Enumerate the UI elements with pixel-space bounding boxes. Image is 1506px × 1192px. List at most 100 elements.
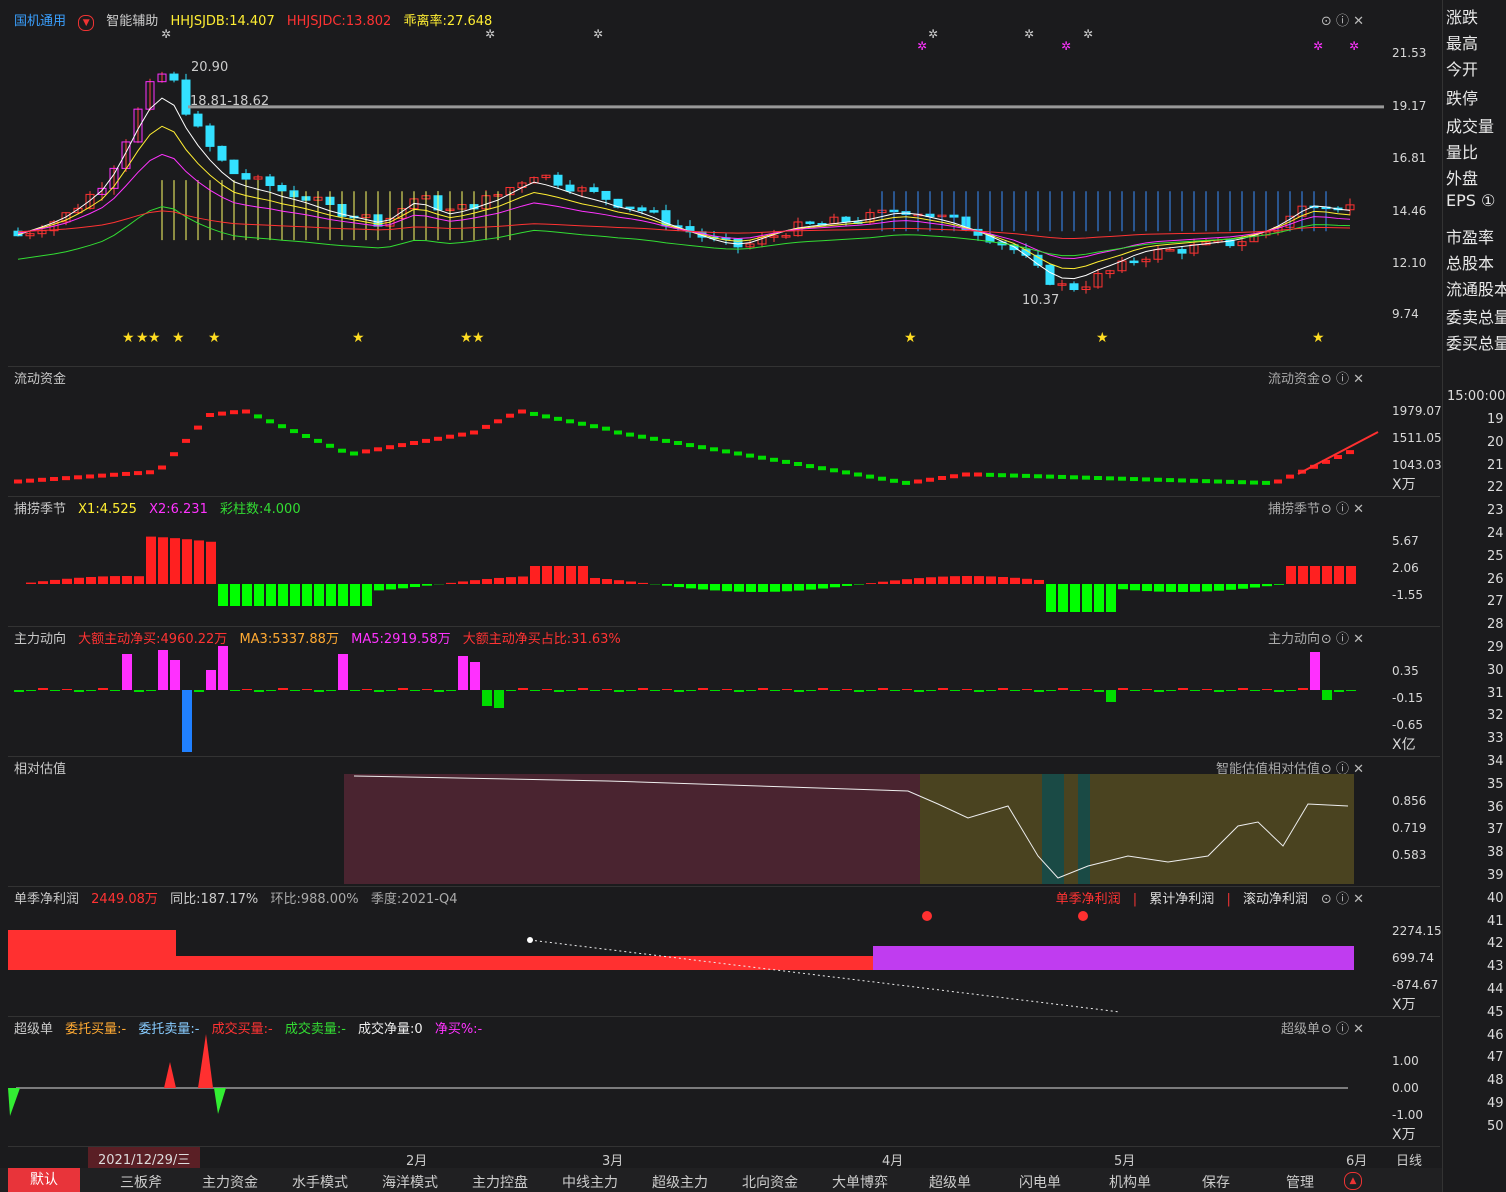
tab-item[interactable]: 水手模式: [292, 1172, 348, 1192]
super-order-chart[interactable]: [8, 1016, 1384, 1146]
price-axis: 21.53 19.17 16.81 14.46 12.10 9.74: [1392, 8, 1448, 366]
fishing-bar: [926, 577, 936, 584]
liquidity-bar: [638, 434, 646, 439]
tab-item[interactable]: 管理: [1286, 1172, 1314, 1192]
axis-tick: -1.55: [1392, 588, 1424, 602]
axis-tick: 1979.07: [1392, 404, 1442, 418]
main-force-bar: [770, 690, 780, 691]
tab-item[interactable]: 三板斧: [120, 1172, 162, 1192]
tab-item[interactable]: 超级单: [929, 1172, 971, 1192]
main-force-bar: [470, 662, 480, 690]
fishing-bar: [494, 577, 504, 584]
main-force-bar: [902, 689, 912, 690]
liquidity-bar: [806, 464, 814, 469]
fishing-season-panel[interactable]: 捕捞季节 X1:4.525 X2:6.231 彩柱数:4.000 捕捞季节 ⊙ …: [8, 496, 1440, 627]
axis-tick: 5.67: [1392, 534, 1419, 548]
liquidity-bar: [470, 430, 478, 435]
main-force-bar: [170, 660, 180, 690]
buy-mark: [198, 1034, 213, 1088]
super-order-panel[interactable]: 超级单 委托买量:- 委托卖量:- 成交买量:- 成交卖量:- 成交净量:0 净…: [8, 1016, 1440, 1146]
fishing-bar: [890, 580, 900, 584]
main-force-bar: [926, 690, 936, 691]
tab-item[interactable]: 超级主力: [652, 1172, 708, 1192]
minute-label: 45: [1487, 1004, 1504, 1020]
minute-label: 48: [1487, 1073, 1504, 1089]
main-force-panel[interactable]: 主力动向 大额主动净买:4960.22万 MA3:5337.88万 MA5:29…: [8, 626, 1440, 757]
main-force-bar: [1166, 690, 1176, 691]
main-force-bar: [854, 690, 864, 692]
fishing-bar: [290, 584, 300, 606]
main-force-chart[interactable]: [8, 626, 1384, 756]
liquidity-bar: [1022, 473, 1030, 478]
liquidity-bar: [758, 455, 766, 460]
tab-item[interactable]: 闪电单: [1019, 1172, 1061, 1192]
liquidity-bar: [734, 451, 742, 456]
collapse-icon[interactable]: ▲: [1344, 1172, 1362, 1190]
liquidity-bar: [722, 449, 730, 454]
fishing-bar: [722, 584, 732, 592]
ma-line: [17, 206, 1351, 260]
marker-icon: ✲: [1061, 39, 1071, 53]
valuation-chart[interactable]: [8, 756, 1384, 886]
tab-item[interactable]: 北向资金: [742, 1172, 798, 1192]
tab-item[interactable]: 海洋模式: [382, 1172, 438, 1192]
fishing-bar: [206, 541, 216, 584]
liquidity-bar: [878, 476, 886, 481]
tab-item[interactable]: 中线主力: [562, 1172, 618, 1192]
liquidity-bar: [98, 473, 106, 478]
liquidity-bar: [338, 448, 346, 453]
period-selector[interactable]: 日线: [1396, 1150, 1422, 1169]
fishing-bar: [158, 537, 168, 584]
main-force-bar: [1346, 690, 1356, 691]
main-force-bar: [230, 690, 240, 691]
main-force-bar: [146, 690, 156, 691]
fishing-chart[interactable]: [8, 496, 1384, 626]
liquidity-chart[interactable]: [8, 366, 1384, 496]
fishing-bar: [170, 538, 180, 584]
fishing-bar: [410, 584, 420, 588]
minute-label: 39: [1487, 868, 1504, 883]
liquidity-bar: [302, 434, 310, 438]
indicator-tabs[interactable]: 默认 三板斧 主力资金 水手模式 海洋模式 主力控盘 中线主力 超级主力 北向资…: [0, 1168, 1442, 1192]
fishing-bar: [1178, 584, 1188, 592]
liquidity-bar: [1010, 473, 1018, 478]
tab-item[interactable]: 主力控盘: [472, 1172, 528, 1192]
fishing-bar: [122, 576, 132, 584]
valuation-panel[interactable]: 相对估值 智能估值相对估值 ⊙ ⓘ ✕ 0.856 0.719 0.583: [8, 756, 1440, 887]
fishing-bar: [98, 576, 108, 584]
fishing-bar: [314, 584, 324, 606]
tab-item[interactable]: 机构单: [1109, 1172, 1151, 1192]
liquidity-panel[interactable]: 流动资金 流动资金 ⊙ ⓘ ✕ 1979.07 1511.05 1043.03 …: [8, 366, 1442, 497]
main-force-bar: [134, 690, 144, 692]
fishing-bar: [338, 584, 348, 606]
main-force-bar: [374, 690, 384, 692]
fishing-bar: [1202, 584, 1212, 592]
minute-label: 37: [1487, 822, 1504, 838]
main-force-bar: [830, 690, 840, 691]
candle-body: [649, 210, 659, 213]
profit-panel[interactable]: 单季净利润 2449.08万 同比:187.17% 环比:988.00% 季度:…: [8, 886, 1442, 1017]
main-force-bar: [1334, 690, 1344, 692]
profit-chart[interactable]: [8, 886, 1384, 1016]
main-force-bar: [86, 690, 96, 691]
main-force-bar: [242, 689, 252, 690]
main-force-bar: [938, 688, 948, 690]
main-force-bar: [446, 690, 456, 691]
liquidity-bar: [194, 425, 202, 430]
tab-item[interactable]: 大单博弈: [832, 1172, 888, 1192]
liquidity-bar: [254, 414, 262, 419]
quote-label: 流通股本: [1446, 280, 1506, 299]
tab-item[interactable]: 主力资金: [202, 1172, 258, 1192]
fishing-bar: [110, 576, 120, 584]
axis-tick: -1.00: [1392, 1108, 1424, 1122]
month-label: 2月: [406, 1154, 428, 1169]
candle-body: [181, 79, 191, 115]
candlestick-panel[interactable]: 国机通用 ▼ 智能辅助 HHJSJDB:14.407 HHJSJDC:13.80…: [8, 8, 1440, 367]
tab-default[interactable]: 默认: [8, 1168, 80, 1192]
liquidity-bar: [542, 414, 550, 419]
fishing-bar: [866, 583, 876, 584]
tab-item[interactable]: 保存: [1202, 1172, 1230, 1192]
minute-label: 42: [1487, 936, 1504, 952]
fishing-bar: [818, 584, 828, 589]
main-force-bar: [74, 690, 84, 692]
